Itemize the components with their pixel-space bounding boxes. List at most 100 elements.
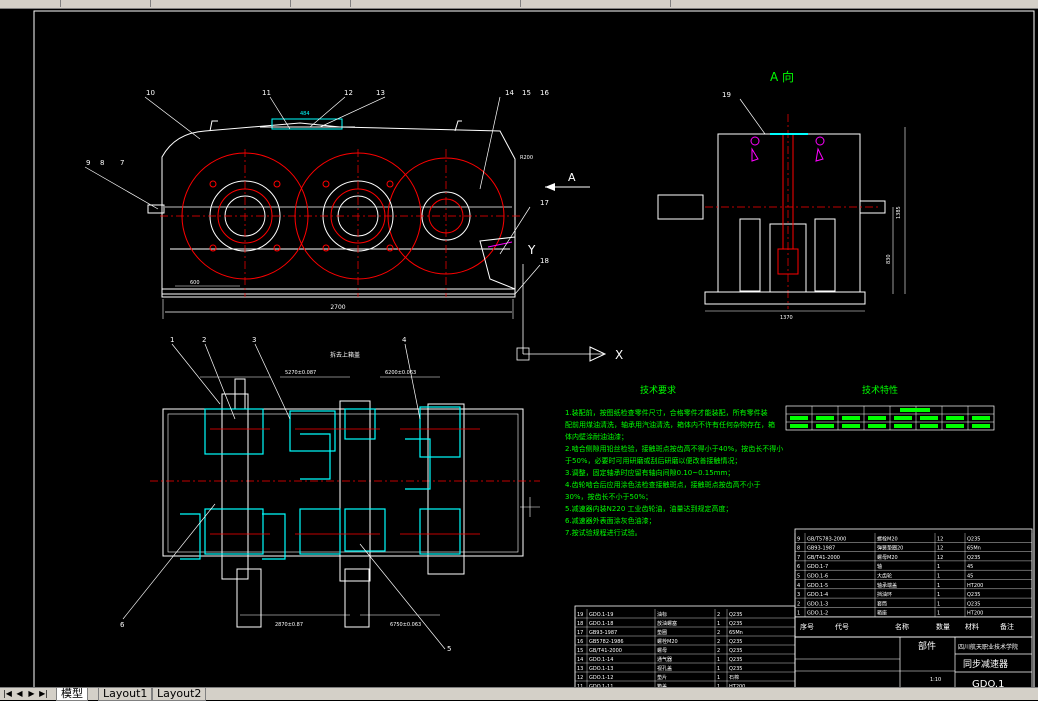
tab-prev-icon[interactable]: ◀	[14, 689, 25, 699]
toolbar-segment[interactable]	[670, 0, 1038, 7]
bom-cell: 1	[797, 611, 800, 617]
bom-cell: 垫片	[657, 674, 667, 681]
bom-cell: 螺母	[657, 647, 667, 654]
bom-cell: 垫圈	[657, 629, 667, 636]
tab-layout1[interactable]: Layout1	[98, 688, 153, 701]
bom-cell: 14	[577, 657, 583, 663]
bom-cell: GDO.1-14	[589, 657, 613, 663]
bom-cell: 箱座	[877, 610, 887, 617]
ucs-y-label: Y	[527, 243, 536, 257]
tech-req-line: 6.减速器外表面涂灰色油漆；	[565, 516, 656, 525]
plan-dim-4: 6750±0.063	[390, 622, 421, 628]
bom-cell: 18	[577, 621, 583, 627]
bom-cell: 45	[967, 564, 973, 570]
bom-cell: 放油螺塞	[657, 620, 677, 627]
title-drawing-name: 同步减速器	[963, 658, 1008, 670]
tech-req-line: 3.调整，固定轴承时应留有轴向间隙0.10~0.15mm；	[565, 468, 734, 477]
leader-13: 13	[376, 89, 385, 97]
toolbar-segment[interactable]	[0, 0, 61, 7]
bom-cell: Q235	[967, 536, 980, 542]
bom-cell: 螺栓M20	[657, 638, 678, 645]
bom-cell: Q235	[729, 612, 742, 618]
leader-17: 17	[540, 199, 549, 207]
toolbar-segment[interactable]	[520, 0, 671, 7]
bom-cell: 套筒	[877, 600, 887, 607]
bom-cell: GDO.1-3	[807, 601, 828, 607]
dim-radius: R200	[520, 155, 533, 161]
bom-cell: 2	[717, 630, 720, 636]
plan-leader-2: 2	[202, 336, 206, 344]
leader-7: 7	[120, 159, 124, 167]
bom-cell: 1	[717, 621, 720, 627]
bom-cell: 螺母M20	[877, 554, 898, 561]
leader-9: 9	[86, 159, 90, 167]
toolbar-segment[interactable]	[60, 0, 151, 7]
bom-cell: 通气器	[657, 656, 672, 663]
tab-layout2[interactable]: Layout2	[152, 688, 207, 701]
bom-cell: 油标	[657, 611, 667, 618]
bom-cell: GDO.1-13	[589, 666, 613, 672]
bom-header-name: 名称	[895, 622, 909, 631]
bom-cell: 12	[937, 536, 943, 542]
tab-last-icon[interactable]: ▶|	[38, 689, 49, 699]
tab-model[interactable]: 模型	[56, 688, 88, 701]
bom-cell: GB/T41-2000	[589, 648, 622, 654]
dim-overall-length: 2700	[330, 304, 345, 311]
bom-cell: GB93-1987	[807, 546, 835, 552]
toolbar-segment[interactable]	[150, 0, 291, 7]
bom-cell: Q235	[729, 657, 742, 663]
bom-cell: GDO.1-6	[807, 574, 828, 580]
bom-cell: GB93-1987	[589, 630, 617, 636]
tech-req-line: 2.啮合侧隙用铅丝检验，接触斑点按齿高不得小于40%，按齿长不得小	[565, 444, 783, 453]
side-dim-right-a: 1385	[896, 206, 902, 219]
bom-cell: 螺栓M20	[877, 535, 898, 542]
bom-cell: 6	[797, 564, 800, 570]
bom-header-qty: 数量	[936, 622, 950, 631]
tab-first-icon[interactable]: |◀	[2, 689, 13, 699]
bom-cell: GDO.1-19	[589, 612, 613, 618]
bom-cell: Q235	[967, 601, 980, 607]
bom-cell: 石棉	[729, 674, 739, 681]
toolbar-segment[interactable]	[350, 0, 521, 7]
dim-base-left: 600	[190, 280, 200, 286]
bom-cell: 2	[717, 648, 720, 654]
bom-cell: GB5782-1986	[589, 639, 624, 645]
bom-cell: GDO.1-4	[807, 592, 828, 598]
bom-cell: 1	[937, 592, 940, 598]
tech-req-line: 5.减速器内装N220 工业齿轮油，油量达到规定高度；	[565, 504, 733, 513]
bom-header-code: 代号	[835, 622, 849, 631]
side-view-leader-19: 19	[722, 91, 731, 99]
bom-cell: 12	[937, 555, 943, 561]
bom-header-remark: 备注	[1000, 622, 1014, 631]
ucs-x-label: X	[615, 348, 623, 362]
leader-11: 11	[262, 89, 271, 97]
tab-next-icon[interactable]: ▶	[26, 689, 37, 699]
cad-drawing-canvas[interactable]: 2700 600 484 R200 10 11 12 13 14 15 16 9…	[0, 9, 1038, 687]
bom-cell: GB/T41-2000	[807, 555, 840, 561]
title-scale: 1:10	[930, 677, 941, 683]
plan-dim-3: 2870±0.87	[275, 622, 303, 628]
bom-cell: 15	[577, 648, 583, 654]
plan-leader-4: 4	[402, 336, 407, 344]
tech-req-line: 1.装配前，按图纸检查零件尺寸，合格零件才能装配，所有零件装	[565, 408, 768, 417]
window-top-toolbar	[0, 0, 1038, 9]
side-view-title: A 向	[770, 69, 794, 84]
bom-cell: GDO.1-7	[807, 564, 828, 570]
bom-cell: 挡油环	[877, 591, 892, 598]
bom-cell: 65Mn	[729, 630, 743, 636]
plan-leader-1: 1	[170, 336, 174, 344]
side-dim-bottom: 1370	[780, 315, 793, 321]
bom-cell: 2	[717, 612, 720, 618]
bom-cell: 16	[577, 639, 583, 645]
bom-cell: 1	[937, 611, 940, 617]
dim-top: 484	[300, 111, 310, 117]
toolbar-segment[interactable]	[290, 0, 351, 7]
bom-cell: 12	[577, 675, 583, 681]
leader-16: 16	[540, 89, 549, 97]
bom-cell: 12	[937, 546, 943, 552]
bom-cell: 视孔盖	[657, 665, 672, 672]
tech-req-line: 30%，按齿长不小于50%；	[565, 492, 652, 501]
bom-cell: 轴	[877, 563, 882, 570]
title-org: 四川航天职业技术学院	[958, 643, 1018, 651]
bom-cell: 弹簧垫圈20	[877, 545, 903, 552]
